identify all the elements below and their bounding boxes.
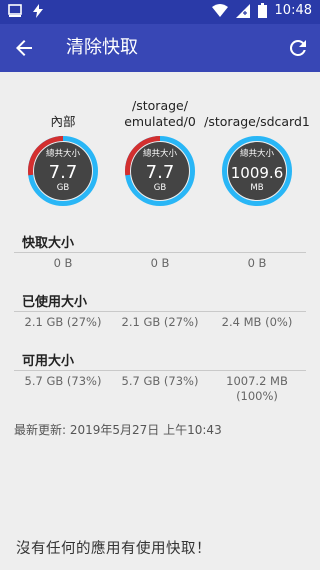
empty-cache-message: 沒有任何的應用有使用快取！ xyxy=(16,541,211,557)
usage-gauge: 總共大小 7.7GB xyxy=(28,136,98,206)
usage-gauge: 總共大小 7.7GB xyxy=(125,136,195,206)
cache-value: 0 B xyxy=(53,256,73,270)
gauge-unit: GB xyxy=(57,183,70,193)
gauge-value: 1009.6 xyxy=(231,164,284,182)
refresh-icon[interactable] xyxy=(286,36,310,60)
page-title: 清除快取 xyxy=(66,37,138,58)
free-value: 1007.2 MB (100%) xyxy=(226,374,288,403)
ring-label: 總共大小 xyxy=(143,148,178,159)
gauge-emulated: /storage/ emulated/0 總共大小 7.7 GB xyxy=(108,96,212,206)
gauge-label: /storage/ emulated/0 xyxy=(124,98,196,129)
status-bar: 10:48 xyxy=(0,0,320,24)
gauge-value: 7.7 xyxy=(49,162,78,183)
battery-icon xyxy=(257,3,267,18)
gauge-label: /storage/sdcard1 xyxy=(204,114,310,129)
wifi-icon xyxy=(211,3,228,18)
flash-icon xyxy=(32,4,44,18)
used-value: 2.1 GB (27%) xyxy=(121,315,199,329)
free-value: 5.7 GB (73%) xyxy=(121,374,199,388)
cache-value: 0 B xyxy=(247,256,267,270)
signal-icon xyxy=(235,3,250,18)
cache-size-title: 快取大小 xyxy=(22,236,75,251)
status-time: 10:48 xyxy=(274,3,312,18)
usage-gauge: 總共大小 1009.6MB xyxy=(222,136,292,206)
used-size-title: 已使用大小 xyxy=(22,295,88,310)
divider xyxy=(14,252,306,253)
last-updated: 最新更新: 2019年5月27日 上午10:43 xyxy=(14,423,222,437)
gauge-unit: MB xyxy=(250,183,263,193)
free-size-title: 可用大小 xyxy=(22,354,75,369)
screen-icon xyxy=(8,4,22,18)
gauge-sdcard: /storage/sdcard1 總共大小 1009.6 MB xyxy=(204,96,310,206)
ring-label: 總共大小 xyxy=(240,148,275,159)
divider xyxy=(14,370,306,371)
back-arrow-icon[interactable] xyxy=(12,36,36,60)
gauge-internal: 內部 總共大小 7.7 GB xyxy=(11,96,115,206)
cache-value: 0 B xyxy=(150,256,170,270)
used-value: 2.4 MB (0%) xyxy=(221,315,293,329)
ring-label: 總共大小 xyxy=(46,148,81,159)
free-value: 5.7 GB (73%) xyxy=(24,374,102,388)
storage-gauges: 內部 總共大小 7.7 GB /storage/ emulated/0 總共大小 7.… xyxy=(0,96,320,206)
gauge-label: 內部 xyxy=(50,114,76,129)
divider xyxy=(14,311,306,312)
used-value: 2.1 GB (27%) xyxy=(24,315,102,329)
gauge-value: 7.7 xyxy=(146,162,175,183)
app-bar: 清除快取 xyxy=(0,24,320,72)
gauge-unit: GB xyxy=(154,183,167,193)
